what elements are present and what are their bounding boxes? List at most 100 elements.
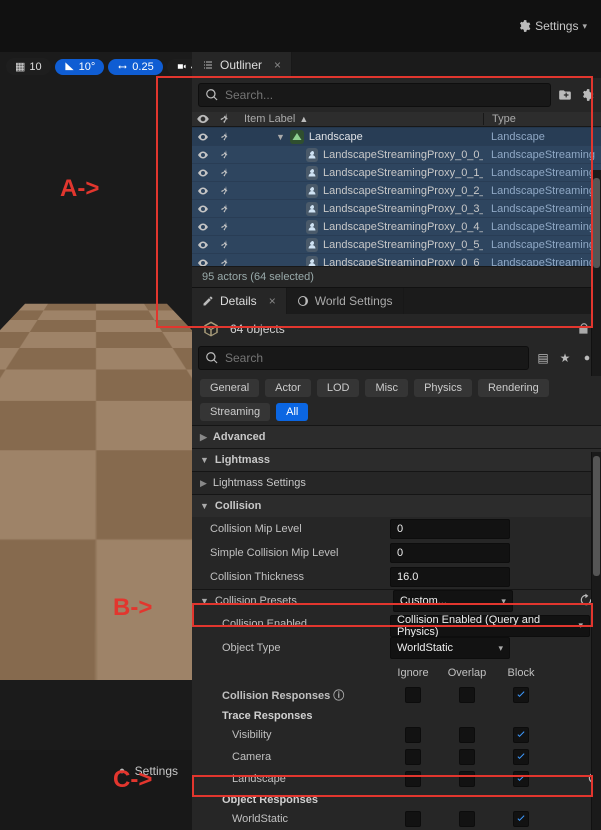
- help-icon[interactable]: ⓘ: [333, 690, 344, 702]
- checkbox[interactable]: [513, 687, 529, 703]
- checkbox[interactable]: [405, 727, 421, 743]
- section-lightmass-settings[interactable]: ▶Lightmass Settings: [192, 472, 601, 494]
- outliner-row[interactable]: LandscapeStreamingProxy_0_0_0LandscapeSt…: [192, 145, 601, 163]
- eye-icon[interactable]: [196, 112, 210, 126]
- rotation-snap-pill[interactable]: 10°: [55, 59, 105, 75]
- row-label: LandscapeStreamingProxy_0_1_0: [323, 167, 483, 179]
- collision-mip-input[interactable]: [390, 519, 510, 539]
- resp-col-overlap: Overlap: [440, 667, 494, 679]
- callout-a: A->: [60, 175, 99, 203]
- details-search-input[interactable]: [225, 351, 522, 365]
- gear-icon: [517, 19, 531, 33]
- row-collision-thickness: Collision Thickness: [192, 565, 601, 589]
- outliner-search[interactable]: [198, 83, 551, 107]
- checkbox[interactable]: [459, 687, 475, 703]
- section-lightmass-label: Lightmass: [215, 454, 270, 466]
- top-settings-button[interactable]: Settings ▾: [517, 19, 587, 33]
- simple-collision-mip-input[interactable]: [390, 543, 510, 563]
- filter-chip-all[interactable]: All: [276, 403, 308, 421]
- checkbox[interactable]: [405, 811, 421, 827]
- object-responses-heading: Object Responses: [210, 790, 601, 808]
- outliner-row[interactable]: LandscapeStreamingProxy_0_4_0LandscapeSt…: [192, 217, 601, 235]
- collision-thickness-input[interactable]: [390, 567, 510, 587]
- row-collision-mip: Collision Mip Level: [192, 517, 601, 541]
- outliner-row[interactable]: LandscapeStreamingProxy_0_5_0LandscapeSt…: [192, 235, 601, 253]
- sort-asc-icon: ▲: [299, 114, 308, 124]
- col-item-label-text: Item Label: [244, 113, 295, 125]
- filter-chip[interactable]: Actor: [265, 379, 311, 397]
- collision-responses-label: Collision Responses ⓘ: [210, 687, 386, 703]
- tab-outliner[interactable]: Outliner ×: [192, 52, 292, 78]
- details-search[interactable]: [198, 346, 529, 370]
- filter-chip[interactable]: Misc: [365, 379, 408, 397]
- checkbox[interactable]: [513, 727, 529, 743]
- section-lightmass[interactable]: ▼Lightmass: [192, 449, 601, 471]
- section-collision[interactable]: ▼Collision: [192, 495, 601, 517]
- checkbox[interactable]: [513, 749, 529, 765]
- outliner-list[interactable]: ▼LandscapeLandscapeLandscapeStreamingPro…: [192, 127, 601, 266]
- collision-presets-label: Collision Presets: [215, 595, 387, 607]
- tab-world-label: World Settings: [315, 294, 393, 308]
- checkbox[interactable]: [405, 749, 421, 765]
- collision-enabled-select[interactable]: Collision Enabled (Query and Physics)▾: [390, 615, 590, 637]
- outliner-search-input[interactable]: [225, 88, 544, 102]
- globe-icon: [297, 295, 309, 307]
- scale-value: 0.25: [132, 61, 153, 73]
- folder-add-icon[interactable]: [557, 88, 573, 103]
- checkbox[interactable]: [513, 811, 529, 827]
- section-lightmass-settings-label: Lightmass Settings: [213, 477, 306, 489]
- search-icon: [205, 88, 219, 102]
- checkbox[interactable]: [459, 811, 475, 827]
- row-label: LandscapeStreamingProxy_0_2_0: [323, 185, 483, 197]
- list-icon: [202, 59, 214, 71]
- close-icon[interactable]: ×: [269, 294, 276, 308]
- camera-icon: [176, 61, 187, 72]
- pin-icon[interactable]: [218, 112, 232, 126]
- close-icon[interactable]: ×: [274, 58, 281, 72]
- lock-icon[interactable]: [577, 322, 591, 336]
- checkbox[interactable]: [459, 727, 475, 743]
- star-icon[interactable]: ★: [557, 351, 573, 365]
- column-item-label[interactable]: Item Label ▲: [236, 113, 483, 125]
- collision-presets-select[interactable]: Custom...▾: [393, 590, 513, 612]
- angle-icon: [64, 61, 75, 72]
- chevron-down-icon: ▾: [582, 21, 587, 32]
- row-label: LandscapeStreamingProxy_0_6_0: [323, 257, 483, 266]
- outliner-row[interactable]: LandscapeStreamingProxy_0_2_0LandscapeSt…: [192, 181, 601, 199]
- filter-chip[interactable]: Physics: [414, 379, 472, 397]
- top-settings-label: Settings: [535, 19, 578, 33]
- filter-chip[interactable]: Streaming: [200, 403, 270, 421]
- checkbox[interactable]: [459, 749, 475, 765]
- checkbox[interactable]: [459, 771, 475, 787]
- checkbox[interactable]: [405, 771, 421, 787]
- outliner-footer: 95 actors (64 selected): [192, 266, 601, 287]
- checkbox[interactable]: [405, 687, 421, 703]
- resp-col-block: Block: [494, 667, 548, 679]
- gear-icon[interactable]: [579, 88, 595, 103]
- object-count: 64 objects: [230, 322, 285, 336]
- filter-chip[interactable]: Rendering: [478, 379, 549, 397]
- filter-chip[interactable]: General: [200, 379, 259, 397]
- tab-world-settings[interactable]: World Settings: [287, 288, 404, 314]
- snap-grid-pill[interactable]: ▦ 10: [6, 58, 51, 75]
- viewport[interactable]: [0, 52, 192, 680]
- details-scrollbar[interactable]: [591, 452, 601, 830]
- outliner-row-parent[interactable]: ▼LandscapeLandscape: [192, 127, 601, 145]
- callout-b: B->: [113, 594, 152, 622]
- response-row: WorldStatic: [210, 808, 601, 830]
- outliner-row[interactable]: LandscapeStreamingProxy_0_6_0LandscapeSt…: [192, 253, 601, 266]
- matrix-icon[interactable]: ▤: [535, 351, 551, 365]
- outliner-row[interactable]: LandscapeStreamingProxy_0_3_0LandscapeSt…: [192, 199, 601, 217]
- tab-details[interactable]: Details ×: [192, 288, 287, 314]
- scale-snap-pill[interactable]: 0.25: [108, 59, 162, 75]
- object-type-select[interactable]: WorldStatic▾: [390, 637, 510, 659]
- filter-chip[interactable]: LOD: [317, 379, 360, 397]
- section-advanced[interactable]: ▶Advanced: [192, 426, 601, 448]
- pencil-icon: [202, 295, 214, 307]
- row-collision-presets[interactable]: ▼ Collision Presets Custom...▾: [192, 590, 601, 612]
- outliner-scrollbar[interactable]: [591, 170, 601, 376]
- row-simple-collision-mip: Simple Collision Mip Level: [192, 541, 601, 565]
- checkbox[interactable]: [513, 771, 529, 787]
- outliner-row[interactable]: LandscapeStreamingProxy_0_1_0LandscapeSt…: [192, 163, 601, 181]
- column-type[interactable]: Type: [483, 113, 601, 125]
